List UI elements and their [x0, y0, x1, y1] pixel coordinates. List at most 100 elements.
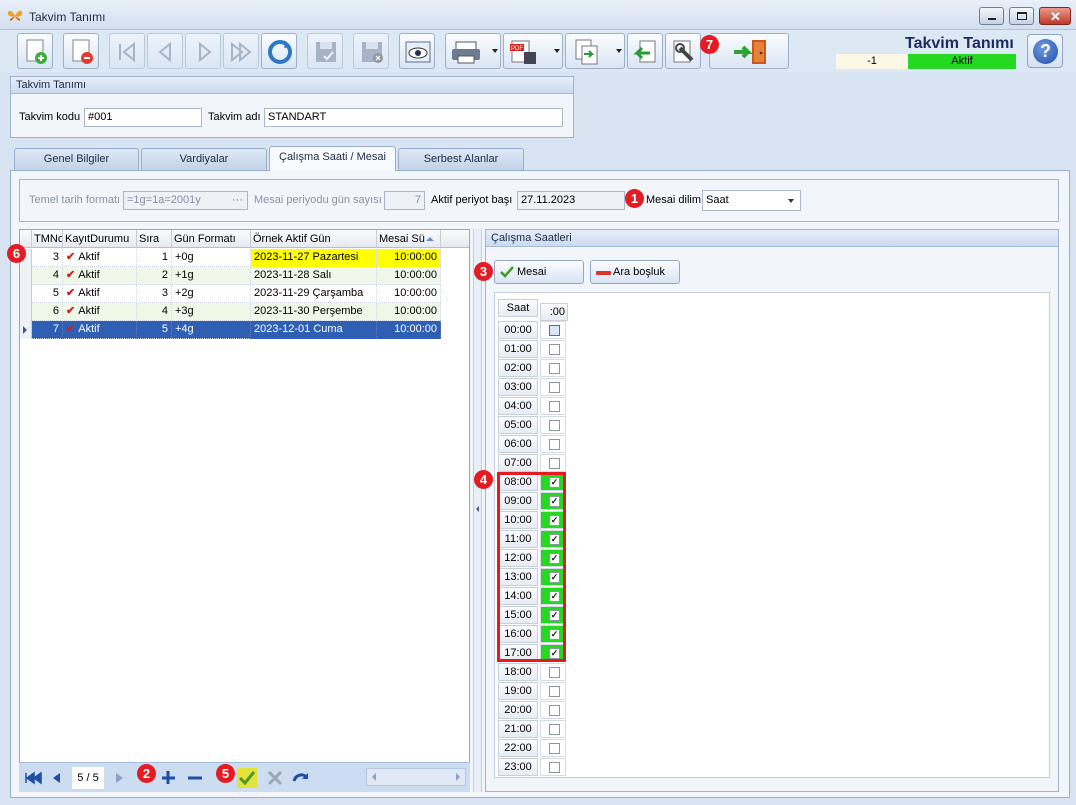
table-row[interactable]: 6 ✔ Aktif 4 +3g 2023-11-30 Perşembe 10:00:00	[20, 303, 441, 321]
row-indicator[interactable]	[20, 285, 32, 303]
hour-cell[interactable]	[540, 454, 566, 472]
help-button[interactable]: ?	[1027, 34, 1063, 68]
minimize-button[interactable]	[979, 7, 1004, 25]
slice-select[interactable]: Saat	[702, 190, 801, 211]
col-day-format[interactable]: Gün Formatı	[172, 230, 251, 248]
hour-cell[interactable]	[540, 758, 566, 776]
refresh-button[interactable]	[261, 33, 297, 69]
cell-status[interactable]: ✔ Aktif	[63, 321, 137, 339]
cell-order[interactable]: 2	[137, 267, 172, 285]
hour-cell[interactable]	[540, 321, 566, 339]
break-button[interactable]: Ara boşluk	[590, 260, 680, 284]
table-row[interactable]: 4 ✔ Aktif 2 +1g 2023-11-28 Salı 10:00:00	[20, 267, 441, 285]
close-button[interactable]: ✕	[1039, 7, 1071, 25]
exit-button[interactable]	[709, 33, 789, 69]
preview-button[interactable]	[399, 33, 435, 69]
scroll-right-icon[interactable]	[456, 773, 460, 781]
period-start-input[interactable]: 27.11.2023	[517, 191, 625, 210]
next-page-icon[interactable]	[109, 768, 129, 788]
hour-checkbox[interactable]	[549, 743, 560, 754]
refresh-grid-icon[interactable]	[291, 768, 311, 788]
scroll-left-icon[interactable]	[372, 773, 376, 781]
save-button[interactable]	[307, 33, 343, 69]
cell-format[interactable]: +1g	[172, 267, 251, 285]
cell-tmno[interactable]: 7	[32, 321, 63, 339]
delete-record-button[interactable]	[63, 33, 99, 69]
calendar-name-input[interactable]: STANDART	[264, 108, 563, 127]
cell-order[interactable]: 3	[137, 285, 172, 303]
previous-page-icon[interactable]	[47, 768, 67, 788]
cell-duration[interactable]: 10:00:00	[377, 267, 441, 285]
pdf-export-button[interactable]: PDF	[503, 33, 563, 69]
cell-sample[interactable]: 2023-11-28 Salı	[251, 267, 377, 285]
first-record-button[interactable]	[109, 33, 145, 69]
cell-format[interactable]: +0g	[172, 249, 251, 267]
cell-sample[interactable]: 2023-11-30 Perşembe	[251, 303, 377, 321]
table-row[interactable]: 7 ✔ Aktif 5 +4g 2023-12-01 Cuma 10:00:00	[20, 321, 441, 339]
tab-working-hours[interactable]: Çalışma Saati / Mesai	[269, 146, 396, 171]
cell-sample[interactable]: 2023-11-29 Çarşamba	[251, 285, 377, 303]
print-button[interactable]	[445, 33, 501, 69]
horizontal-scrollbar[interactable]	[366, 768, 466, 786]
collapse-arrow-icon[interactable]	[476, 506, 479, 512]
last-record-button[interactable]	[223, 33, 259, 69]
cell-status[interactable]: ✔ Aktif	[63, 249, 137, 267]
cell-format[interactable]: +3g	[172, 303, 251, 321]
cell-sample[interactable]: 2023-11-27 Pazartesi	[251, 249, 377, 267]
mesai-button[interactable]: Mesai	[494, 260, 584, 284]
cell-order[interactable]: 5	[137, 321, 172, 339]
hour-checkbox[interactable]	[549, 382, 560, 393]
row-indicator[interactable]	[20, 303, 32, 321]
tab-shifts[interactable]: Vardiyalar	[141, 148, 267, 170]
back-button[interactable]	[627, 33, 663, 69]
hour-cell[interactable]	[540, 397, 566, 415]
hour-cell[interactable]	[540, 359, 566, 377]
cell-format[interactable]: +2g	[172, 285, 251, 303]
cell-tmno[interactable]: 5	[32, 285, 63, 303]
cell-tmno[interactable]: 6	[32, 303, 63, 321]
save-close-button[interactable]	[353, 33, 389, 69]
cell-status[interactable]: ✔ Aktif	[63, 285, 137, 303]
hour-cell[interactable]	[540, 720, 566, 738]
cell-duration[interactable]: 10:00:00	[377, 249, 441, 267]
hour-cell[interactable]	[540, 682, 566, 700]
hour-cell[interactable]	[540, 739, 566, 757]
next-record-button[interactable]	[185, 33, 221, 69]
col-sample-day[interactable]: Örnek Aktif Gün	[251, 230, 377, 248]
col-tmno[interactable]: TMNo	[32, 230, 63, 248]
export-button[interactable]	[565, 33, 625, 69]
col-status[interactable]: KayıtDurumu	[63, 230, 137, 248]
hour-checkbox[interactable]	[549, 762, 560, 773]
table-row[interactable]: 5 ✔ Aktif 3 +2g 2023-11-29 Çarşamba 10:00:00	[20, 285, 441, 303]
tab-custom-fields[interactable]: Serbest Alanlar	[398, 148, 524, 170]
hour-cell[interactable]	[540, 663, 566, 681]
row-indicator[interactable]	[20, 321, 32, 339]
cell-duration[interactable]: 10:00:00	[377, 321, 441, 339]
hour-checkbox[interactable]	[549, 420, 560, 431]
col-order[interactable]: Sıra	[137, 230, 172, 248]
cell-sample[interactable]: 2023-12-01 Cuma	[251, 321, 377, 339]
hour-checkbox[interactable]	[549, 344, 560, 355]
cell-order[interactable]: 4	[137, 303, 172, 321]
hour-checkbox[interactable]	[549, 724, 560, 735]
add-row-icon[interactable]	[159, 768, 179, 788]
cell-duration[interactable]: 10:00:00	[377, 303, 441, 321]
hour-checkbox[interactable]	[549, 325, 560, 336]
tools-button[interactable]	[665, 33, 701, 69]
cell-duration[interactable]: 10:00:00	[377, 285, 441, 303]
calendar-code-input[interactable]: #001	[84, 108, 202, 127]
cancel-row-icon[interactable]	[265, 768, 285, 788]
hour-cell[interactable]	[540, 378, 566, 396]
hour-checkbox[interactable]	[549, 439, 560, 450]
cell-tmno[interactable]: 3	[32, 249, 63, 267]
remove-row-icon[interactable]	[185, 768, 205, 788]
hour-cell[interactable]	[540, 340, 566, 358]
hour-cell[interactable]	[540, 435, 566, 453]
hour-checkbox[interactable]	[549, 401, 560, 412]
cell-status[interactable]: ✔ Aktif	[63, 303, 137, 321]
hour-checkbox[interactable]	[549, 686, 560, 697]
hour-cell[interactable]	[540, 416, 566, 434]
col-duration[interactable]: Mesai Sü	[377, 230, 441, 248]
hour-checkbox[interactable]	[549, 458, 560, 469]
row-indicator[interactable]	[20, 267, 32, 285]
